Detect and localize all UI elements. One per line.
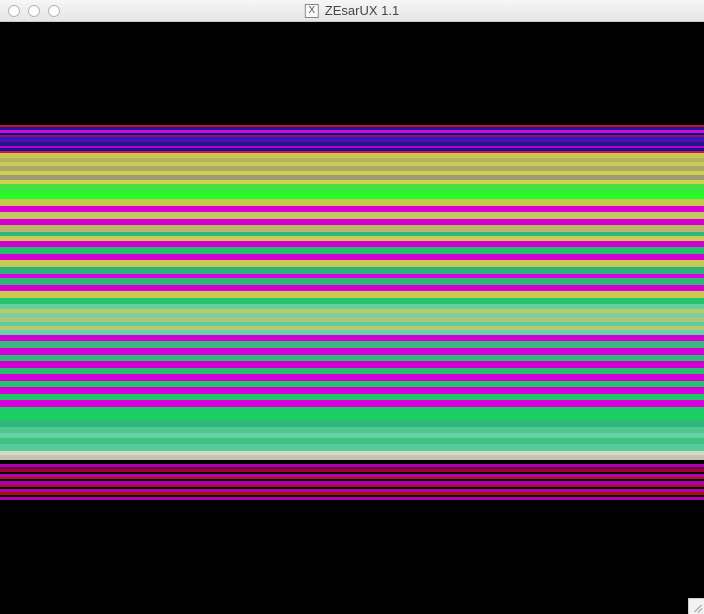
- window-title-group: X ZEsarUX 1.1: [305, 3, 399, 18]
- traffic-lights: [0, 5, 60, 17]
- emulator-display[interactable]: [0, 22, 704, 614]
- window-title: ZEsarUX 1.1: [325, 3, 399, 18]
- window-titlebar[interactable]: X ZEsarUX 1.1: [0, 0, 704, 22]
- raster-line: [0, 22, 704, 125]
- zoom-button[interactable]: [48, 5, 60, 17]
- raster-line: [0, 500, 704, 614]
- app-icon: X: [305, 4, 319, 18]
- close-button[interactable]: [8, 5, 20, 17]
- resize-grip[interactable]: [688, 598, 704, 614]
- minimize-button[interactable]: [28, 5, 40, 17]
- raster-stripes: [0, 22, 704, 614]
